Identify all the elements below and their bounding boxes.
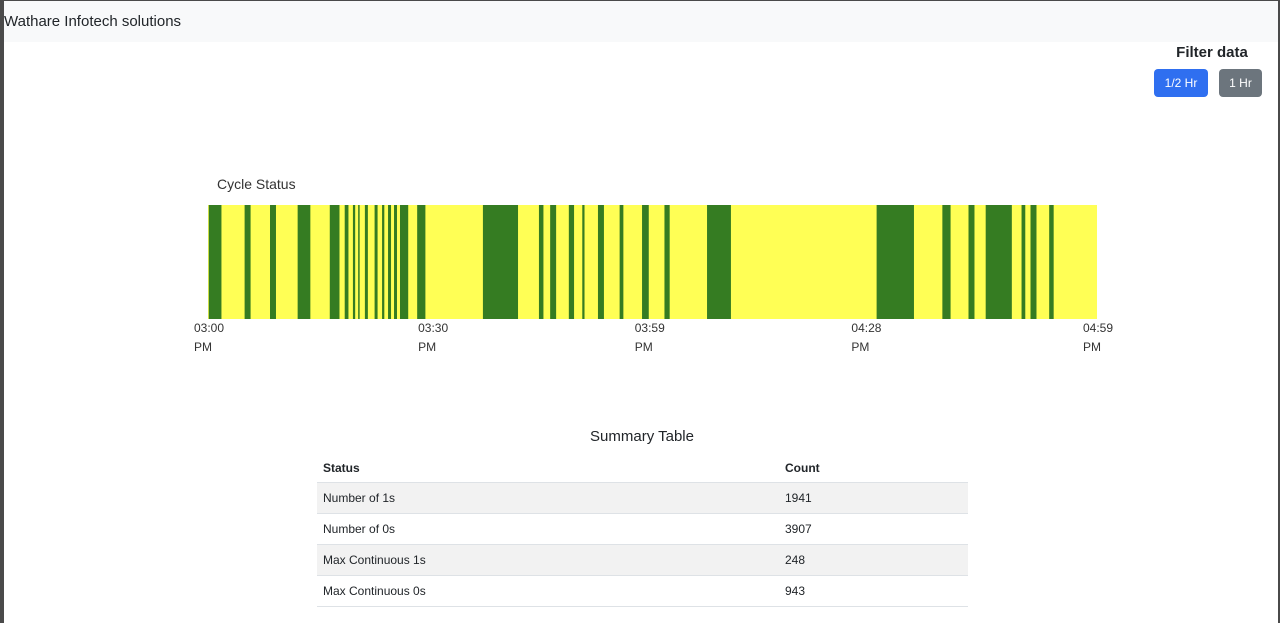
status-1-bar[interactable]	[707, 205, 731, 319]
table-row: Max Continuous 1s 248	[317, 544, 968, 576]
status-1-bar[interactable]	[985, 205, 1012, 319]
table-row: Max Continuous 0s 943	[317, 575, 968, 607]
table-row: Number of 0s 3907	[317, 513, 968, 545]
summary-table: Status Count Number of 1s 1941 Number of…	[317, 453, 968, 607]
status-0-background	[208, 205, 1097, 319]
status-1-bar[interactable]	[399, 205, 409, 319]
status-1-bar[interactable]	[270, 205, 276, 319]
count-cell: 3907	[779, 513, 968, 545]
count-column-header: Count	[779, 453, 968, 483]
status-1-bar[interactable]	[1049, 205, 1054, 319]
status-1-bar[interactable]	[582, 205, 585, 319]
status-1-bar[interactable]	[344, 205, 349, 319]
status-1-bar[interactable]	[664, 205, 670, 319]
status-1-bar[interactable]	[642, 205, 649, 319]
status-1-bar[interactable]	[1030, 205, 1037, 319]
x-tick-label: 04:59 PM	[1083, 321, 1113, 354]
status-1-bar[interactable]	[358, 205, 360, 319]
status-1-bar[interactable]	[364, 205, 368, 319]
summary-table-title: Summary Table	[590, 428, 694, 445]
x-tick-label: 03:00 PM	[194, 321, 224, 354]
status-1-bar[interactable]	[942, 205, 951, 319]
status-cell: Number of 0s	[317, 513, 779, 545]
status-1-bar[interactable]	[297, 205, 311, 319]
status-1-bar[interactable]	[208, 205, 222, 319]
status-1-bar[interactable]	[1021, 205, 1026, 319]
x-tick-label: 03:59 PM	[635, 321, 665, 354]
status-cell: Max Continuous 1s	[317, 544, 779, 576]
status-1-bar[interactable]	[619, 205, 624, 319]
cycle-status-chart: 03:00 PM 03:30 PM 03:59 PM 04:28 PM 04:59 PM	[194, 205, 1113, 354]
status-1-bar[interactable]	[550, 205, 557, 319]
status-1-bar[interactable]	[597, 205, 604, 319]
table-header-row: Status Count	[317, 453, 968, 483]
x-tick-label: 03:30 PM	[418, 321, 448, 354]
count-cell: 1941	[779, 482, 968, 514]
status-column-header: Status	[317, 453, 779, 483]
status-1-bar[interactable]	[382, 205, 385, 319]
status-1-bar[interactable]	[352, 205, 356, 319]
x-tick-label: 04:28 PM	[851, 321, 881, 354]
status-1-bar[interactable]	[568, 205, 575, 319]
count-cell: 943	[779, 575, 968, 607]
status-1-bar[interactable]	[329, 205, 340, 319]
status-1-bar[interactable]	[374, 205, 378, 319]
status-cell: Max Continuous 0s	[317, 575, 779, 607]
app-window: Wathare Infotech solutions Filter data 1…	[4, 1, 1278, 623]
status-cell: Number of 1s	[317, 482, 779, 514]
status-1-bar[interactable]	[538, 205, 544, 319]
status-1-bar[interactable]	[968, 205, 975, 319]
status-1-bar[interactable]	[482, 205, 519, 319]
table-row: Number of 1s 1941	[317, 482, 968, 514]
status-1-bar[interactable]	[388, 205, 392, 319]
status-1-bar[interactable]	[394, 205, 398, 319]
count-cell: 248	[779, 544, 968, 576]
status-1-bar[interactable]	[244, 205, 251, 319]
status-1-bar[interactable]	[876, 205, 914, 319]
status-1-bar[interactable]	[417, 205, 426, 319]
